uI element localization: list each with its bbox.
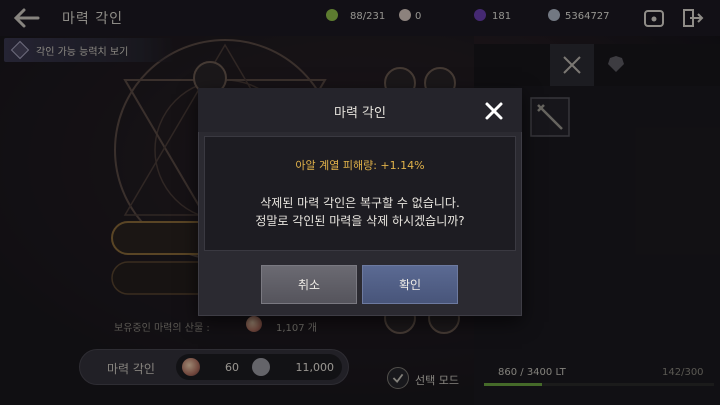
confirm-button[interactable]: 확인 <box>362 265 458 304</box>
dialog-message-line-2: 정말로 각인된 마력을 삭제 하시겠습니까? <box>255 214 465 228</box>
dialog-message-line-1: 삭제된 마력 각인은 복구할 수 없습니다. <box>260 196 460 210</box>
cancel-button[interactable]: 취소 <box>261 265 357 304</box>
close-icon[interactable] <box>484 101 504 121</box>
dialog-title: 마력 각인 <box>334 106 386 121</box>
dialog-stat-line: 아알 계열 피해량: +1.14% <box>295 159 425 172</box>
